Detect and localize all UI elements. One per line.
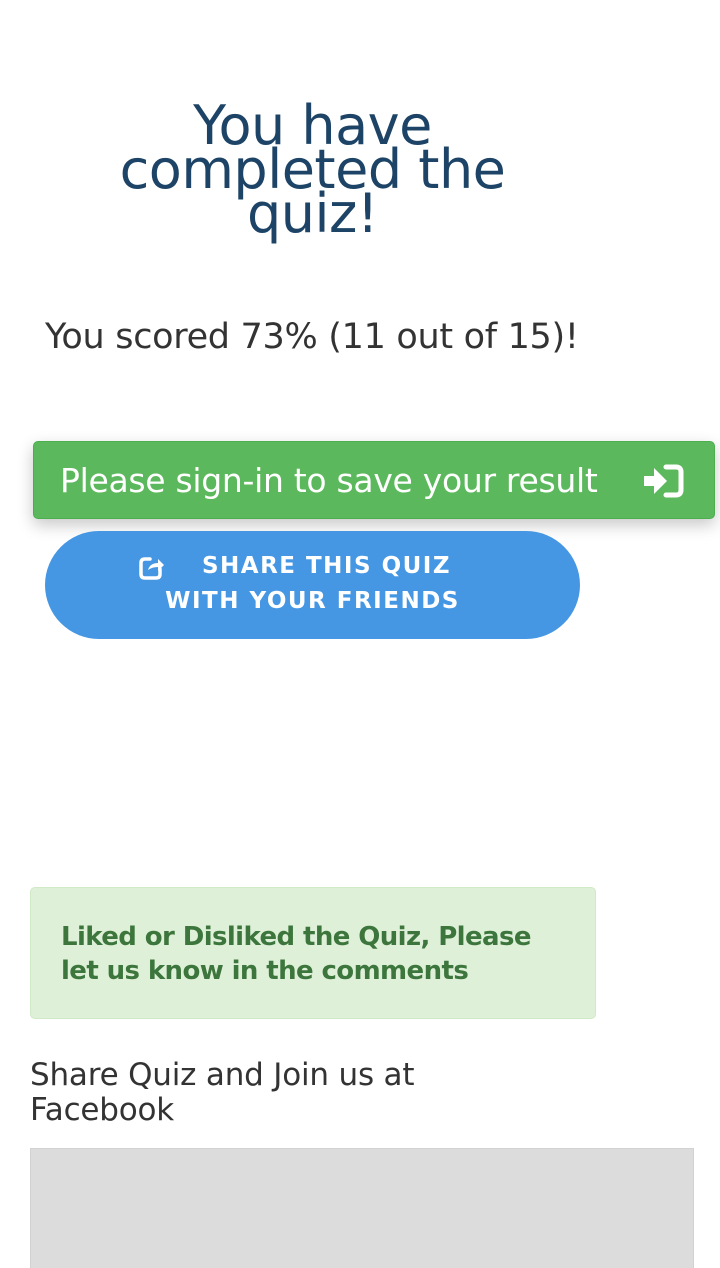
share-quiz-button[interactable]: SHARE THIS QUIZ WITH YOUR FRIENDS [45, 531, 580, 639]
share-quiz-button-label: SHARE THIS QUIZ WITH YOUR FRIENDS [165, 553, 460, 614]
signin-button[interactable]: Please sign-in to save your result [33, 441, 715, 519]
signin-button-label: Please sign-in to save your result [60, 460, 598, 500]
facebook-embed-placeholder[interactable] [30, 1148, 694, 1268]
score-text: You scored 73% (11 out of 15)! [45, 317, 579, 357]
sign-in-icon [644, 464, 684, 498]
quiz-result-page: You have completed the quiz! You scored … [0, 0, 720, 1268]
facebook-heading: Share Quiz and Join us at Facebook [30, 1057, 415, 1128]
page-title: You have completed the quiz! [119, 94, 506, 245]
feedback-alert: Liked or Disliked the Quiz, Please let u… [30, 887, 596, 1019]
feedback-alert-text: Liked or Disliked the Quiz, Please let u… [61, 922, 531, 986]
